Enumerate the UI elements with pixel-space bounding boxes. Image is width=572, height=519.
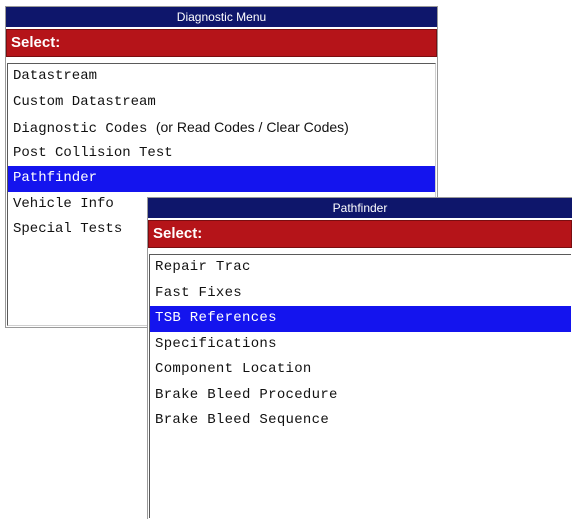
menu-item-label: TSB References bbox=[155, 310, 277, 326]
menu-item-pathfinder[interactable]: Pathfinder bbox=[8, 166, 435, 192]
diagnostic-menu-select-header: Select: bbox=[6, 27, 437, 59]
menu-item-fast-fixes[interactable]: Fast Fixes bbox=[150, 281, 571, 307]
pathfinder-list: Repair Trac Fast Fixes TSB References Sp… bbox=[149, 254, 571, 518]
menu-item-diagnostic-codes[interactable]: Diagnostic Codes (or Read Codes / Clear … bbox=[8, 115, 435, 141]
menu-item-label: Datastream bbox=[13, 68, 98, 84]
menu-item-datastream[interactable]: Datastream bbox=[8, 64, 435, 90]
menu-item-label: Custom Datastream bbox=[13, 93, 156, 110]
menu-item-tsb-references[interactable]: TSB References bbox=[150, 306, 571, 332]
pathfinder-window: Pathfinder Select: Repair Trac Fast Fixe… bbox=[147, 197, 572, 519]
menu-item-label: Fast Fixes bbox=[155, 284, 243, 301]
menu-item-label: Repair Trac bbox=[155, 259, 251, 275]
menu-item-label: Special Tests bbox=[13, 221, 123, 237]
menu-item-label: Brake Bleed Procedure bbox=[155, 386, 338, 403]
menu-item-post-collision-test[interactable]: Post Collision Test bbox=[8, 141, 435, 167]
menu-item-component-location[interactable]: Component Location bbox=[150, 357, 571, 383]
menu-item-specifications[interactable]: Specifications bbox=[150, 332, 571, 358]
pathfinder-select-header: Select: bbox=[148, 218, 572, 250]
menu-item-label: Specifications bbox=[155, 335, 277, 352]
menu-item-label: Vehicle Info bbox=[13, 195, 114, 212]
menu-item-note: (or Read Codes / Clear Codes) bbox=[155, 119, 349, 135]
menu-item-brake-bleed-procedure[interactable]: Brake Bleed Procedure bbox=[150, 383, 571, 409]
menu-item-label: Diagnostic Codes bbox=[13, 121, 148, 137]
menu-item-label: Post Collision Test bbox=[13, 144, 173, 161]
pathfinder-title: Pathfinder bbox=[148, 198, 572, 218]
menu-item-repair-trac[interactable]: Repair Trac bbox=[150, 255, 571, 281]
menu-item-custom-datastream[interactable]: Custom Datastream bbox=[8, 90, 435, 116]
menu-item-brake-bleed-sequence[interactable]: Brake Bleed Sequence bbox=[150, 408, 571, 434]
menu-item-label: Pathfinder bbox=[13, 170, 98, 186]
menu-item-label: Brake Bleed Sequence bbox=[155, 412, 330, 428]
diagnostic-menu-title: Diagnostic Menu bbox=[6, 7, 437, 27]
menu-item-label: Component Location bbox=[155, 361, 312, 377]
